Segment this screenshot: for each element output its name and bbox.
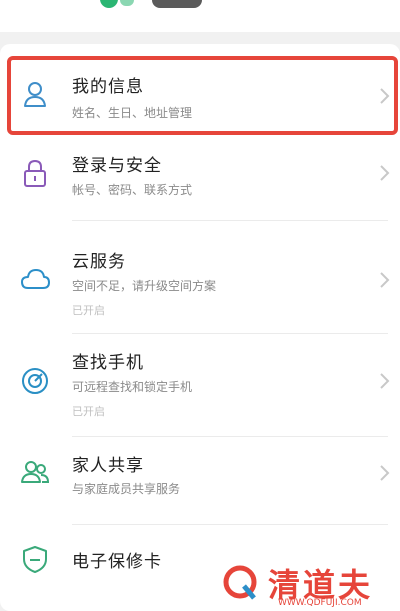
top-profile-card bbox=[0, 0, 400, 32]
item-subtitle: 帐号、密码、联系方式 bbox=[72, 183, 193, 197]
highlight-box bbox=[7, 56, 398, 135]
item-subtitle: 空间不足，请升级空间方案 bbox=[72, 279, 217, 293]
list-item-find-phone[interactable]: 查找手机 可远程查找和锁定手机 已开启 bbox=[0, 334, 400, 436]
watermark-url: WWW.QDFUJI.COM bbox=[278, 598, 362, 608]
watermark: 清道夫 WWW.QDFUJI.COM bbox=[208, 556, 400, 611]
status-text: 已开启 bbox=[72, 405, 105, 418]
item-title: 登录与安全 bbox=[72, 156, 162, 176]
lock-icon bbox=[24, 159, 46, 187]
item-title: 家人共享 bbox=[72, 456, 144, 476]
list-item-family-sharing[interactable]: 家人共享 与家庭成员共享服务 bbox=[0, 437, 400, 517]
item-subtitle: 与家庭成员共享服务 bbox=[72, 482, 181, 496]
status-badge bbox=[152, 0, 202, 8]
family-icon bbox=[21, 461, 50, 483]
list-item-login-security[interactable]: 登录与安全 帐号、密码、联系方式 bbox=[0, 140, 400, 218]
chevron-right-icon bbox=[380, 465, 390, 481]
warranty-shield-icon bbox=[23, 546, 47, 573]
watermark-logo-icon bbox=[223, 565, 257, 600]
service-badge-icon bbox=[100, 0, 118, 8]
find-phone-icon bbox=[22, 368, 48, 394]
item-title: 电子保修卡 bbox=[72, 552, 162, 572]
item-title: 查找手机 bbox=[72, 353, 144, 373]
cloud-icon bbox=[21, 269, 50, 289]
chevron-right-icon bbox=[380, 165, 390, 181]
list-item-cloud-service[interactable]: 云服务 空间不足，请升级空间方案 已开启 bbox=[0, 221, 400, 333]
item-subtitle: 可远程查找和锁定手机 bbox=[72, 380, 193, 394]
status-text: 已开启 bbox=[72, 304, 105, 317]
item-title: 云服务 bbox=[72, 252, 126, 272]
service-badge-icon bbox=[120, 0, 134, 6]
chevron-right-icon bbox=[380, 272, 390, 288]
chevron-right-icon bbox=[380, 373, 390, 389]
